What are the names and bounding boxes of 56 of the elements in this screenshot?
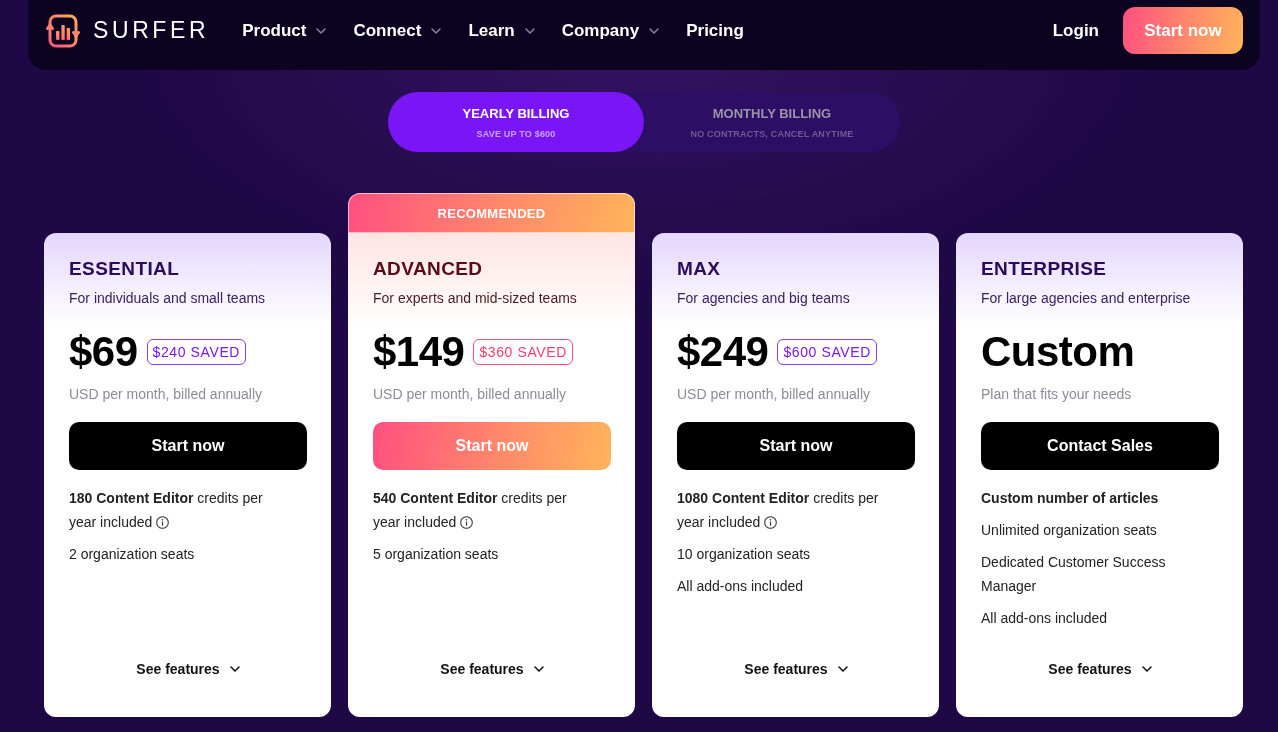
chevron-down-icon [1141,666,1152,672]
feature-text: All add-ons included [677,578,804,594]
see-features-button[interactable]: See features [1048,659,1152,679]
plan-cta-button[interactable]: Start now [677,422,915,470]
plan-price: Custom [981,328,1135,376]
price-note: USD per month, billed annually [373,385,567,404]
plan-price: $249 [677,328,769,376]
price-note: USD per month, billed annually [69,385,263,404]
feature-text: 5 organization seats [373,546,499,562]
chevron-down-icon [649,27,660,34]
nav-menu-item[interactable]: Learn [468,20,535,41]
recommended-ribbon: RECOMMENDED [348,193,635,233]
feature-text: 540 Content Editor credits per year included [373,490,567,530]
chevron-down-icon [533,666,544,672]
plan-tagline: For individuals and small teams [69,289,267,308]
feature-text: Dedicated Customer Success Manager [981,554,1166,594]
login-link[interactable]: Login [1052,20,1099,41]
plan-tagline: For large agencies and enterprise [981,289,1192,308]
chevron-down-icon [431,27,442,34]
see-features-button[interactable]: See features [440,659,544,679]
billing-option-tab[interactable]: YEARLY BILLING SAVE UP TO $600 [388,92,644,152]
plan-name: ESSENTIAL [69,257,181,281]
plan-name: ADVANCED [373,257,484,281]
chevron-down-icon [837,666,848,672]
logo-text: SURFER [93,17,210,44]
nav-menu-item[interactable]: Company [561,20,660,41]
price-note: Plan that fits your needs [981,385,1133,404]
price-note: USD per month, billed annually [677,385,871,404]
plan-price: $69 [69,328,138,376]
chevron-down-icon [229,666,240,672]
feature-text: Custom number of articles [981,490,1159,506]
see-features-button[interactable]: See features [136,659,240,679]
savings-badge: $600 SAVED [777,339,877,365]
savings-badge: $240 SAVED [146,339,247,365]
see-features-button[interactable]: See features [744,659,848,679]
plan-tagline: For agencies and big teams [677,289,851,308]
feature-text: Unlimited organization seats [981,522,1157,538]
chevron-down-icon [524,27,535,34]
feature-text: 180 Content Editor credits per year included [69,490,263,530]
savings-badge: $360 SAVED [473,339,573,365]
bar-chart-logo-icon [45,12,81,49]
plan-cta-button[interactable]: Contact Sales [981,422,1219,470]
feature-text: 2 organization seats [69,546,195,562]
plan-tagline: For experts and mid-sized teams [373,289,578,308]
billing-option-tab[interactable]: MONTHLY BILLING NO CONTRACTS, CANCEL ANYTIME [644,92,900,152]
plan-name: MAX [677,257,722,281]
plan-name: ENTERPRISE [981,257,1108,281]
chevron-down-icon [316,27,327,34]
feature-text: All add-ons included [981,610,1108,626]
feature-text: 10 organization seats [677,546,811,562]
nav-menu-item[interactable]: Connect [353,20,442,41]
plan-price: $149 [373,328,465,376]
nav-menu-item[interactable]: Product [242,20,327,41]
plan-cta-button[interactable]: Start now [69,422,307,470]
feature-text: 1080 Content Editor credits per year included [677,490,879,530]
nav-menu-item[interactable]: Pricing [686,20,744,41]
